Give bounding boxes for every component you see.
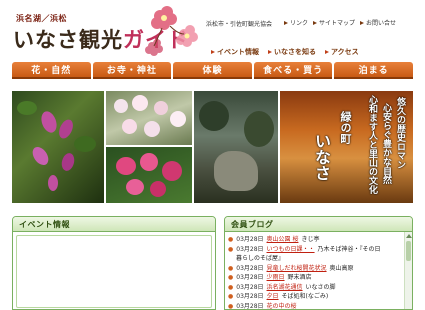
subnav-events[interactable]: イベント情報 — [211, 47, 259, 57]
hero-photo-hydrangea — [106, 147, 192, 203]
blog-panel: 会員ブログ ● 03月28日 奥山公園 桜きじ亭 ● 03月28日 いつもの日課・・ 乃木… — [224, 216, 413, 310]
events-content — [16, 235, 212, 308]
entry-author: 乃木そば神谷・『その日 — [317, 245, 381, 253]
entry-author: いなさの脚 — [305, 283, 336, 291]
bullet-icon: ● — [228, 274, 234, 281]
entry-title-link[interactable]: 浜名湖花通信 — [267, 283, 303, 293]
arrow-right-icon — [211, 50, 215, 54]
entry-date: 03月28日 — [236, 274, 264, 281]
blog-list: ● 03月28日 奥山公園 桜きじ亭 ● 03月28日 いつもの日課・・ 乃木そば神谷・『… — [225, 232, 412, 310]
arrow-right-icon — [268, 50, 272, 54]
cherry-blossom-icon — [145, 6, 198, 56]
entry-date: 03月28日 — [236, 302, 264, 310]
subnav-about[interactable]: いなさを知る — [268, 47, 316, 57]
bullet-icon: ● — [228, 293, 234, 300]
entry-title-link[interactable]: 夕日 — [267, 292, 279, 302]
entry-author: そば処和(なごみ) — [281, 293, 329, 300]
hero-copy-town: 緑の町 — [339, 111, 352, 144]
entry-date: 03月28日 — [236, 264, 264, 272]
entry-author: 暮らしのそば屋』 — [236, 255, 285, 262]
nav-tab-experience[interactable]: 体験 — [173, 62, 252, 79]
arrow-right-icon — [325, 50, 329, 54]
entry-title-link[interactable]: 見竜しだれ桜開花状況 — [267, 264, 327, 274]
scroll-thumb[interactable] — [406, 241, 411, 261]
header: 浜名湖／浜松 いなさ観光ガイド 浜松市・引佐町観光協会 リンク サイトマップ お… — [0, 0, 425, 62]
nav-tab-temples[interactable]: お寺・神社 — [92, 62, 172, 79]
top-links: リンク サイトマップ お問い合せ — [284, 18, 396, 27]
list-item: ● 03月28日 奥山公園 桜きじ亭 — [228, 235, 402, 245]
nav-tab-stay[interactable]: 泊まる — [334, 62, 413, 79]
blog-content: ● 03月28日 奥山公園 桜きじ亭 ● 03月28日 いつもの日課・・ 乃木そば神谷・『… — [225, 232, 412, 310]
hero-copy-line2: 心安らぐ豊かな自然 — [381, 103, 391, 184]
link-links[interactable]: リンク — [284, 18, 308, 27]
hero-photo-flower — [12, 91, 104, 203]
entry-author: 野末酒店 — [287, 274, 312, 281]
arrow-right-icon — [313, 20, 318, 25]
hero-photo-autumn: 悠久の歴史ロマン 心安らぐ豊かな自然 心和ます人と里山の文化 緑の町 いなさ — [280, 91, 413, 203]
entry-date: 03月28日 — [236, 283, 264, 291]
main-navigation: 花・自然 お寺・神社 体験 食べる・買う 泊まる — [12, 62, 413, 79]
nav-tab-food-shopping[interactable]: 食べる・買う — [253, 62, 333, 79]
hero-copy-line3: 心和ます人と里山の文化 — [367, 95, 377, 194]
list-item: ● 03月28日 少雨日 野末酒店 — [228, 273, 402, 283]
entry-title-link[interactable]: 少雨日 — [267, 273, 285, 283]
link-label: リンク — [290, 20, 309, 27]
link-sitemap[interactable]: サイトマップ — [313, 18, 355, 27]
logo-subtitle: 浜名湖／浜松 — [16, 14, 67, 23]
list-item: ● 03月28日 見竜しだれ桜開花状況 奥山高原 — [228, 264, 402, 274]
entry-date: 03月28日 — [236, 236, 264, 243]
link-contact[interactable]: お問い合せ — [360, 18, 396, 27]
blog-scrollbar[interactable] — [404, 232, 412, 309]
entry-title-link[interactable]: いつもの日課・・ — [267, 245, 315, 255]
subnav-access[interactable]: アクセス — [325, 47, 359, 57]
entry-author: きじ亭 — [301, 236, 320, 243]
entry-date: 03月28日 — [236, 293, 264, 300]
sub-navigation: イベント情報 いなさを知る アクセス — [211, 47, 359, 57]
hero-copy-line1: 悠久の歴史ロマン — [395, 97, 405, 169]
subnav-label: イベント情報 — [217, 48, 259, 56]
link-label: お問い合せ — [366, 20, 397, 27]
bullet-icon: ● — [228, 283, 234, 291]
bullet-icon: ● — [228, 245, 234, 253]
list-item: ● 03月28日 浜名湖花通信 いなさの脚 — [228, 283, 402, 293]
nav-tab-nature[interactable]: 花・自然 — [12, 62, 91, 79]
arrow-right-icon — [284, 20, 288, 25]
logo-text: いなさ観光 — [13, 27, 123, 52]
link-label: サイトマップ — [319, 20, 356, 27]
list-item: ● 03月28日 花の中の桜 — [228, 302, 402, 310]
bullet-icon: ● — [228, 302, 234, 310]
scroll-up-icon[interactable] — [406, 234, 412, 238]
list-item: ● 03月28日 いつもの日課・・ 乃木そば神谷・『その日 — [228, 245, 402, 255]
events-panel: イベント情報 — [12, 216, 216, 310]
hero-photo-column — [106, 91, 192, 203]
entry-title-link[interactable]: 花の中の桜 — [267, 302, 297, 310]
hero-copy-name: いなさ — [312, 133, 331, 181]
bullet-icon: ● — [228, 236, 234, 243]
entry-date: 03月28日 — [236, 245, 264, 253]
organization-name: 浜松市・引佐町観光協会 — [206, 21, 273, 28]
subnav-label: アクセス — [331, 48, 359, 56]
page: 浜名湖／浜松 いなさ観光ガイド 浜松市・引佐町観光協会 リンク サイトマップ お… — [0, 0, 425, 310]
bullet-icon: ● — [228, 264, 234, 272]
arrow-right-icon — [360, 20, 365, 25]
entry-author: 奥山高原 — [329, 264, 354, 272]
subnav-label: いなさを知る — [274, 48, 316, 56]
events-heading: イベント情報 — [13, 217, 215, 232]
hero-photo-cherry — [106, 91, 192, 145]
hero-photo-stone-path — [194, 91, 278, 203]
list-item: ● 03月28日 夕日 そば処和(なごみ) — [228, 292, 402, 302]
entry-title-link[interactable]: 奥山公園 桜 — [267, 235, 299, 245]
list-item-continuation: 暮らしのそば屋』 — [228, 254, 402, 264]
blog-heading: 会員ブログ — [225, 217, 412, 232]
hero-banner: 悠久の歴史ロマン 心安らぐ豊かな自然 心和ます人と里山の文化 緑の町 いなさ — [12, 91, 413, 203]
